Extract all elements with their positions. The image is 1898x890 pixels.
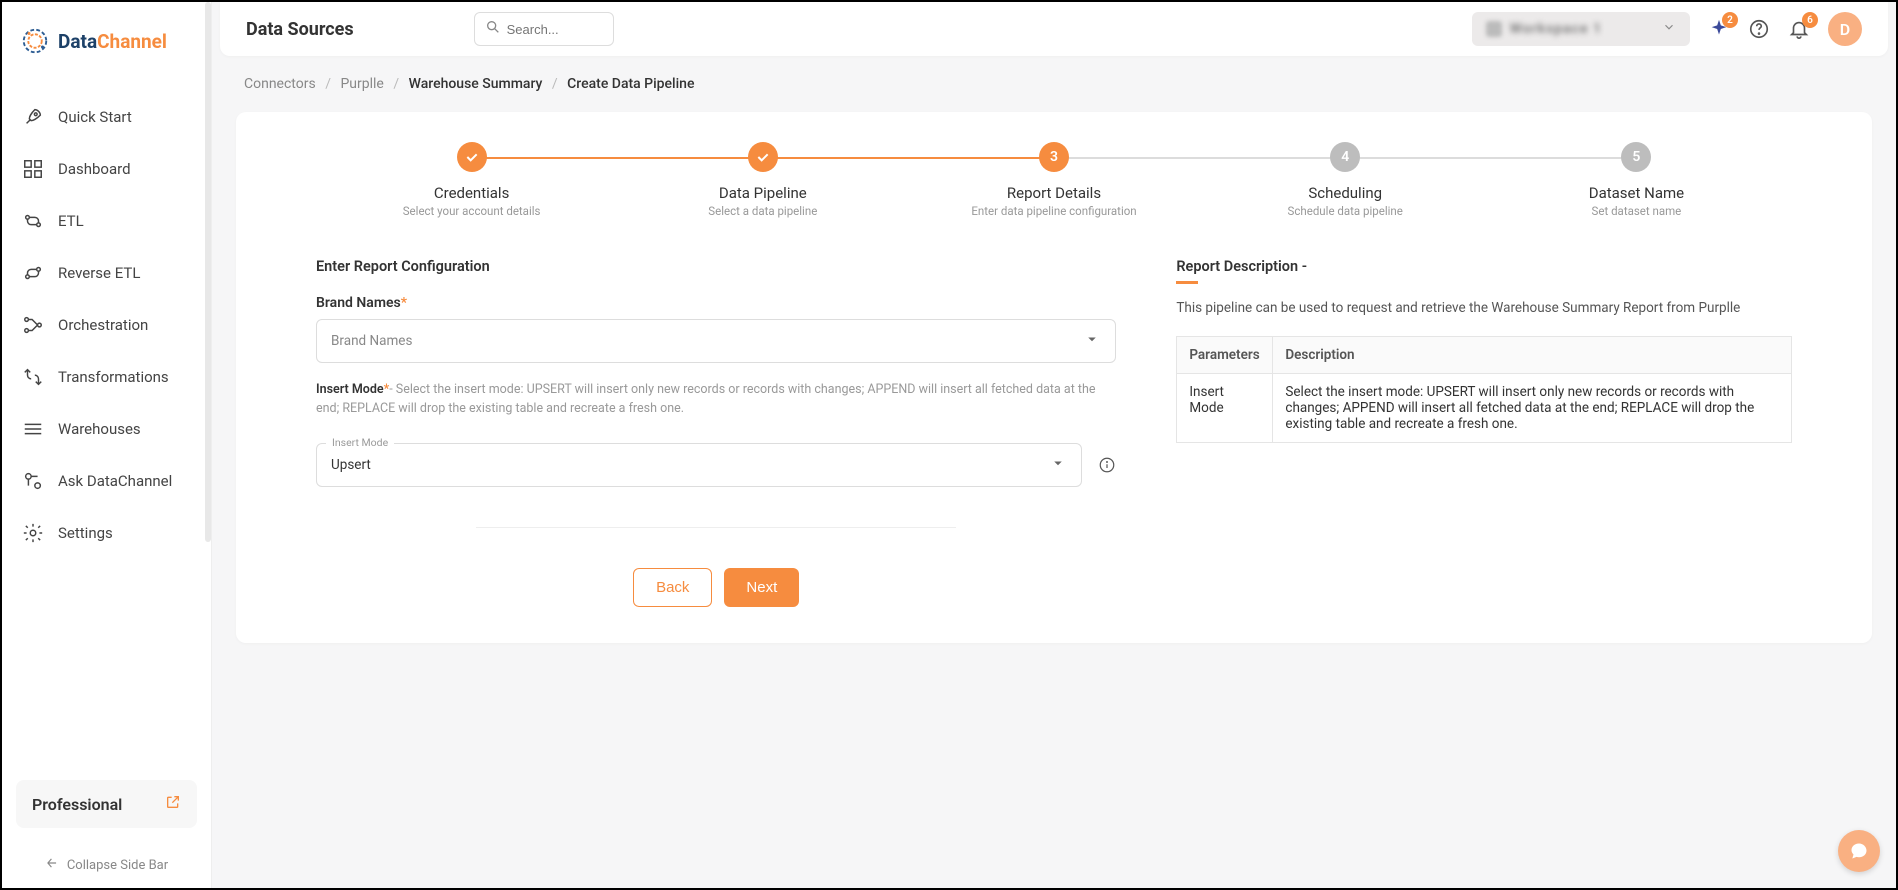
step-scheduling[interactable]: 4 Scheduling Schedule data pipeline: [1200, 142, 1491, 218]
sidebar-item-settings[interactable]: Settings: [2, 508, 211, 558]
logo-icon: [20, 26, 50, 56]
sidebar-item-warehouses[interactable]: Warehouses: [2, 404, 211, 454]
form-left: Enter Report Configuration Brand Names* …: [316, 258, 1116, 607]
check-icon: [755, 149, 771, 165]
table-cell: Insert Mode: [1177, 374, 1273, 443]
table-header: Parameters: [1177, 337, 1273, 374]
help-icon: [1748, 18, 1770, 40]
main: Data Sources Workspace 1 2: [212, 2, 1896, 888]
report-desc-text: This pipeline can be used to request and…: [1176, 298, 1792, 318]
reverse-etl-icon: [22, 262, 44, 284]
gear-icon: [22, 522, 44, 544]
transformations-icon: [22, 366, 44, 388]
logo-text-second: Channel: [97, 30, 167, 53]
chat-button[interactable]: [1838, 830, 1880, 872]
table-cell: Select the insert mode: UPSERT will inse…: [1273, 374, 1792, 443]
workspace-name: Workspace 1: [1510, 21, 1602, 37]
step-data-pipeline[interactable]: Data Pipeline Select a data pipeline: [617, 142, 908, 218]
sidebar-item-dashboard[interactable]: Dashboard: [2, 144, 211, 194]
report-desc-title: Report Description -: [1176, 258, 1792, 275]
chat-icon: [1849, 841, 1869, 861]
content-card: Credentials Select your account details …: [236, 112, 1872, 643]
sidebar-item-label: Reverse ETL: [58, 264, 140, 282]
ask-icon: [22, 470, 44, 492]
collapse-sidebar[interactable]: Collapse Side Bar: [2, 842, 211, 888]
sidebar: DataChannel Quick Start Dashboard ETL Re…: [2, 2, 212, 888]
breadcrumb: Connectors / Purplle / Warehouse Summary…: [212, 56, 1896, 104]
sidebar-item-label: ETL: [58, 212, 84, 230]
sidebar-item-etl[interactable]: ETL: [2, 196, 211, 246]
step-report-details[interactable]: 3 Report Details Enter data pipeline con…: [908, 142, 1199, 218]
help-button[interactable]: [1748, 18, 1770, 40]
breadcrumb-item: Create Data Pipeline: [567, 76, 694, 92]
external-link-icon: [165, 794, 181, 814]
orchestration-icon: [22, 314, 44, 336]
sidebar-item-label: Ask DataChannel: [58, 472, 172, 490]
rocket-icon: [22, 106, 44, 128]
collapse-label: Collapse Side Bar: [67, 858, 168, 873]
topbar: Data Sources Workspace 1 2: [220, 2, 1888, 56]
sidebar-item-label: Quick Start: [58, 108, 132, 126]
nav: Quick Start Dashboard ETL Reverse ETL Or…: [2, 80, 211, 780]
warehouse-icon: [22, 418, 44, 440]
chevron-down-icon: [1049, 454, 1067, 476]
sparkle-badge: 2: [1722, 12, 1738, 28]
divider: [476, 527, 956, 528]
search-icon: [485, 19, 507, 39]
chevron-down-icon: [1083, 330, 1101, 352]
sidebar-scrollbar[interactable]: [205, 2, 211, 542]
sidebar-item-label: Orchestration: [58, 316, 148, 334]
insert-mode-help: Insert Mode*- Select the insert mode: UP…: [316, 381, 1116, 419]
bell-badge: 6: [1802, 12, 1818, 28]
stepper: Credentials Select your account details …: [326, 142, 1782, 218]
sidebar-item-label: Dashboard: [58, 160, 131, 178]
insert-mode-float-label: Insert Mode: [326, 434, 394, 451]
workspace-dropdown[interactable]: Workspace 1: [1472, 12, 1690, 46]
sidebar-item-label: Settings: [58, 524, 113, 542]
sidebar-item-reverse-etl[interactable]: Reverse ETL: [2, 248, 211, 298]
notifications-button[interactable]: 6: [1788, 18, 1810, 40]
breadcrumb-item[interactable]: Purplle: [340, 76, 383, 92]
dashboard-icon: [22, 158, 44, 180]
avatar[interactable]: D: [1828, 12, 1862, 46]
back-button[interactable]: Back: [633, 568, 712, 607]
info-icon[interactable]: [1098, 456, 1116, 474]
sidebar-item-label: Warehouses: [58, 420, 141, 438]
search-input[interactable]: [507, 22, 603, 37]
actions: Back Next: [316, 568, 1116, 607]
sparkle-button[interactable]: 2: [1708, 18, 1730, 40]
sidebar-item-ask[interactable]: Ask DataChannel: [2, 456, 211, 506]
sidebar-item-label: Transformations: [58, 368, 169, 386]
underline-accent: [1176, 281, 1198, 284]
plan-box[interactable]: Professional: [16, 780, 197, 828]
page-title: Data Sources: [246, 19, 354, 40]
brand-names-label: Brand Names*: [316, 295, 1116, 311]
logo-text-first: Data: [58, 30, 97, 53]
etl-icon: [22, 210, 44, 232]
chevron-down-icon: [1662, 20, 1676, 38]
sidebar-item-transformations[interactable]: Transformations: [2, 352, 211, 402]
params-table: Parameters Description Insert Mode Selec…: [1176, 336, 1792, 443]
step-credentials[interactable]: Credentials Select your account details: [326, 142, 617, 218]
brand-names-select[interactable]: Brand Names: [316, 319, 1116, 363]
table-header: Description: [1273, 337, 1792, 374]
section-title: Enter Report Configuration: [316, 258, 1116, 275]
sidebar-item-orchestration[interactable]: Orchestration: [2, 300, 211, 350]
collapse-icon: [45, 856, 59, 874]
check-icon: [464, 149, 480, 165]
workspace-icon: [1486, 21, 1502, 37]
breadcrumb-item[interactable]: Connectors: [244, 76, 316, 92]
step-dataset-name[interactable]: 5 Dataset Name Set dataset name: [1491, 142, 1782, 218]
breadcrumb-item[interactable]: Warehouse Summary: [409, 76, 543, 92]
next-button[interactable]: Next: [724, 568, 799, 607]
search-input-wrapper[interactable]: [474, 12, 614, 46]
form-right: Report Description - This pipeline can b…: [1176, 258, 1792, 607]
logo[interactable]: DataChannel: [2, 2, 211, 80]
sidebar-item-quick-start[interactable]: Quick Start: [2, 92, 211, 142]
insert-mode-select[interactable]: Upsert: [316, 443, 1082, 487]
table-row: Insert Mode Select the insert mode: UPSE…: [1177, 374, 1792, 443]
plan-label: Professional: [32, 795, 122, 814]
